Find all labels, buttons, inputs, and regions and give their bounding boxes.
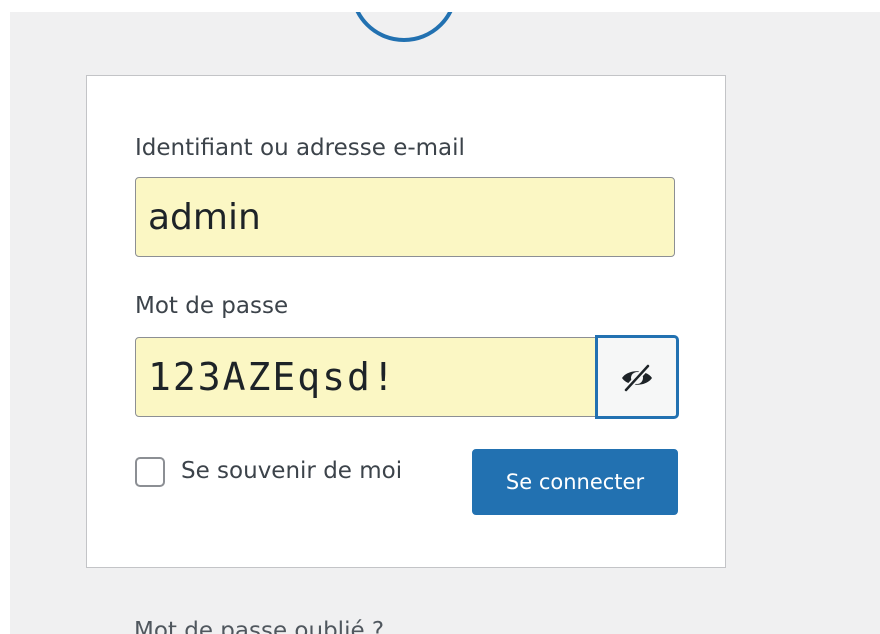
username-input[interactable]: [135, 177, 675, 257]
password-label: Mot de passe: [135, 293, 289, 319]
wordpress-logo-icon[interactable]: [350, 12, 458, 42]
lost-password-link[interactable]: Mot de passe oublié ?: [134, 618, 384, 634]
login-form: Identifiant ou adresse e-mail Mot de pas…: [86, 75, 726, 568]
show-password-button[interactable]: [596, 336, 678, 418]
eye-slash-icon: [622, 363, 652, 393]
username-label: Identifiant ou adresse e-mail: [135, 135, 465, 161]
remember-me-checkbox[interactable]: [135, 457, 165, 487]
login-page: Identifiant ou adresse e-mail Mot de pas…: [10, 12, 880, 634]
login-button[interactable]: Se connecter: [472, 449, 678, 515]
password-input[interactable]: [135, 337, 617, 417]
remember-me-label[interactable]: Se souvenir de moi: [181, 455, 402, 487]
